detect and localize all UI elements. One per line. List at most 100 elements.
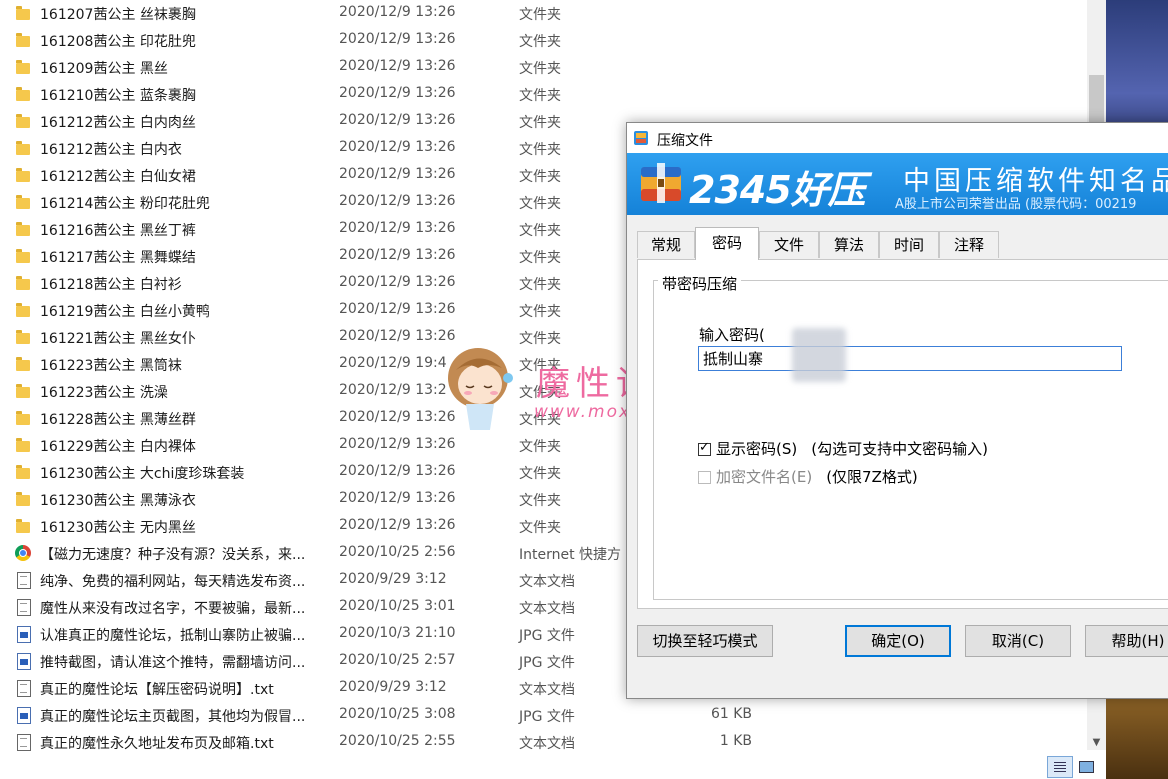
file-type: 文本文档 (519, 682, 575, 698)
details-view-icon[interactable] (1047, 756, 1073, 778)
file-type: 文本文档 (519, 574, 575, 590)
file-date: 2020/12/9 13:26 (339, 85, 456, 101)
tab-general[interactable]: 常规 (637, 231, 695, 258)
banner-brand: 2345好压 (689, 168, 866, 212)
file-size: 1 KB (719, 733, 752, 749)
file-date: 2020/9/29 3:12 (339, 571, 447, 587)
show-password-checkbox[interactable]: 显示密码(S) (勾选可支持中文密码输入) (698, 438, 988, 459)
ok-button[interactable]: 确定(O) (845, 625, 951, 657)
file-row[interactable]: 161209茜公主 黑丝 2020/12/9 13:26 文件夹 (0, 54, 1108, 81)
file-date: 2020/12/9 13:26 (339, 31, 456, 47)
file-date: 2020/10/25 2:57 (339, 652, 456, 668)
file-date: 2020/12/9 13:26 (339, 490, 456, 506)
folder-icon (15, 275, 32, 292)
file-type: 文件夹 (519, 7, 561, 23)
file-name: 161223茜公主 黑筒袜 (40, 358, 182, 374)
tab-password[interactable]: 密码 (695, 227, 759, 260)
file-name: 161229茜公主 白内裸体 (40, 439, 196, 455)
file-date: 2020/12/9 13:26 (339, 409, 456, 425)
tab-bar: 常规 密码 文件 算法 时间 注释 (635, 227, 1168, 260)
file-row[interactable]: 161208茜公主 印花肚兜 2020/12/9 13:26 文件夹 (0, 27, 1108, 54)
file-type: 文件夹 (519, 493, 561, 509)
file-type: 文件夹 (519, 115, 561, 131)
cancel-button[interactable]: 取消(C) (965, 625, 1071, 657)
file-type: 文本文档 (519, 736, 575, 752)
file-name: 161230茜公主 大chi度珍珠套装 (40, 466, 245, 482)
encrypt-filenames-label: 加密文件名(E) (716, 468, 813, 486)
folder-icon (15, 329, 32, 346)
file-type: 文本文档 (519, 601, 575, 617)
text-file-icon (15, 734, 32, 751)
file-name: 161212茜公主 白内衣 (40, 142, 182, 158)
file-date: 2020/12/9 13:26 (339, 436, 456, 452)
file-type: 文件夹 (519, 385, 561, 401)
file-date: 2020/12/9 13:26 (339, 112, 456, 128)
folder-icon (15, 59, 32, 76)
file-type: 文件夹 (519, 520, 561, 536)
tab-time[interactable]: 时间 (879, 231, 939, 258)
folder-icon (15, 410, 32, 427)
folder-icon (15, 302, 32, 319)
file-date: 2020/12/9 13:26 (339, 193, 456, 209)
scroll-down-arrow-icon[interactable]: ▼ (1089, 737, 1104, 748)
file-name: 认准真正的魔性论坛，抵制山寨防止被骗... (40, 628, 306, 644)
tab-files[interactable]: 文件 (759, 231, 819, 258)
file-date: 2020/10/3 21:10 (339, 625, 456, 641)
file-type: 文件夹 (519, 439, 561, 455)
help-button[interactable]: 帮助(H) (1085, 625, 1168, 657)
file-name: 魔性从来没有改过名字，不要被骗，最新... (40, 601, 306, 617)
file-name: 161212茜公主 白内肉丝 (40, 115, 196, 131)
compress-dialog: 压缩文件 2345好压 中国压缩软件知名品牌 A股上市公司荣誉出品 (股票代码：… (626, 122, 1168, 699)
checkbox-checked-icon[interactable] (698, 440, 711, 456)
folder-icon (15, 383, 32, 400)
file-size: 61 KB (710, 706, 752, 722)
file-row[interactable]: 真正的魔性永久地址发布页及邮箱.txt 2020/10/25 2:55 文本文档 1 … (0, 729, 1108, 756)
file-name: 161221茜公主 黑丝女仆 (40, 331, 196, 347)
file-date: 2020/12/9 13:26 (339, 247, 456, 263)
encrypt-filenames-checkbox: 加密文件名(E) (仅限7Z格式) (698, 466, 918, 487)
large-icons-view-icon[interactable] (1077, 758, 1097, 776)
checkbox-unchecked-icon (698, 471, 711, 484)
folder-icon (15, 194, 32, 211)
file-row[interactable]: 161210茜公主 蓝条裹胸 2020/12/9 13:26 文件夹 (0, 81, 1108, 108)
file-name: 【磁力无速度？种子没有源？没关系，来... (40, 547, 306, 563)
file-date: 2020/12/9 13:26 (339, 4, 456, 20)
file-name: 161228茜公主 黑薄丝群 (40, 412, 196, 428)
password-input[interactable] (698, 346, 1122, 371)
file-date: 2020/12/9 13:2 (339, 382, 447, 398)
file-name: 161216茜公主 黑丝丁裤 (40, 223, 196, 239)
file-date: 2020/12/9 13:26 (339, 274, 456, 290)
file-name: 161230茜公主 黑薄泳衣 (40, 493, 196, 509)
file-type: 文件夹 (519, 196, 561, 212)
file-name: 161218茜公主 白衬衫 (40, 277, 182, 293)
haozip-logo-icon (641, 163, 681, 203)
tab-algorithm[interactable]: 算法 (819, 231, 879, 258)
dialog-title-bar[interactable]: 压缩文件 (627, 123, 1168, 153)
file-name: 161214茜公主 粉印花肚兜 (40, 196, 210, 212)
folder-icon (15, 86, 32, 103)
folder-icon (15, 356, 32, 373)
file-type: 文件夹 (519, 61, 561, 77)
file-type: 文件夹 (519, 142, 561, 158)
file-name: 真正的魔性论坛【解压密码说明】.txt (40, 682, 274, 698)
file-type: 文件夹 (519, 169, 561, 185)
file-name: 161212茜公主 白仙女裙 (40, 169, 196, 185)
banner: 2345好压 中国压缩软件知名品牌 A股上市公司荣誉出品 (股票代码：00219 (627, 153, 1168, 215)
file-row[interactable]: 161207茜公主 丝袜裹胸 2020/12/9 13:26 文件夹 (0, 0, 1108, 27)
tab-comment[interactable]: 注释 (939, 231, 999, 258)
file-row[interactable]: 真正的魔性论坛主页截图，其他均为假冒... 2020/10/25 3:08 JPG … (0, 702, 1108, 729)
file-type: 文件夹 (519, 250, 561, 266)
text-file-icon (15, 680, 32, 697)
switch-mode-button[interactable]: 切换至轻巧模式 (637, 625, 773, 657)
folder-icon (15, 32, 32, 49)
file-type: JPG 文件 (519, 655, 575, 671)
file-date: 2020/12/9 13:26 (339, 463, 456, 479)
folder-icon (15, 248, 32, 265)
file-date: 2020/10/25 2:56 (339, 544, 456, 560)
password-label: 输入密码( (699, 326, 765, 344)
file-date: 2020/10/25 3:01 (339, 598, 456, 614)
password-tab-panel: 带密码压缩 输入密码( 显示密码(S) (勾选可支持中文密码输入) 加密文件名(E… (637, 259, 1168, 609)
folder-icon (15, 437, 32, 454)
file-name: 161219茜公主 白丝小黄鸭 (40, 304, 210, 320)
show-password-hint: (勾选可支持中文密码输入) (811, 440, 988, 458)
